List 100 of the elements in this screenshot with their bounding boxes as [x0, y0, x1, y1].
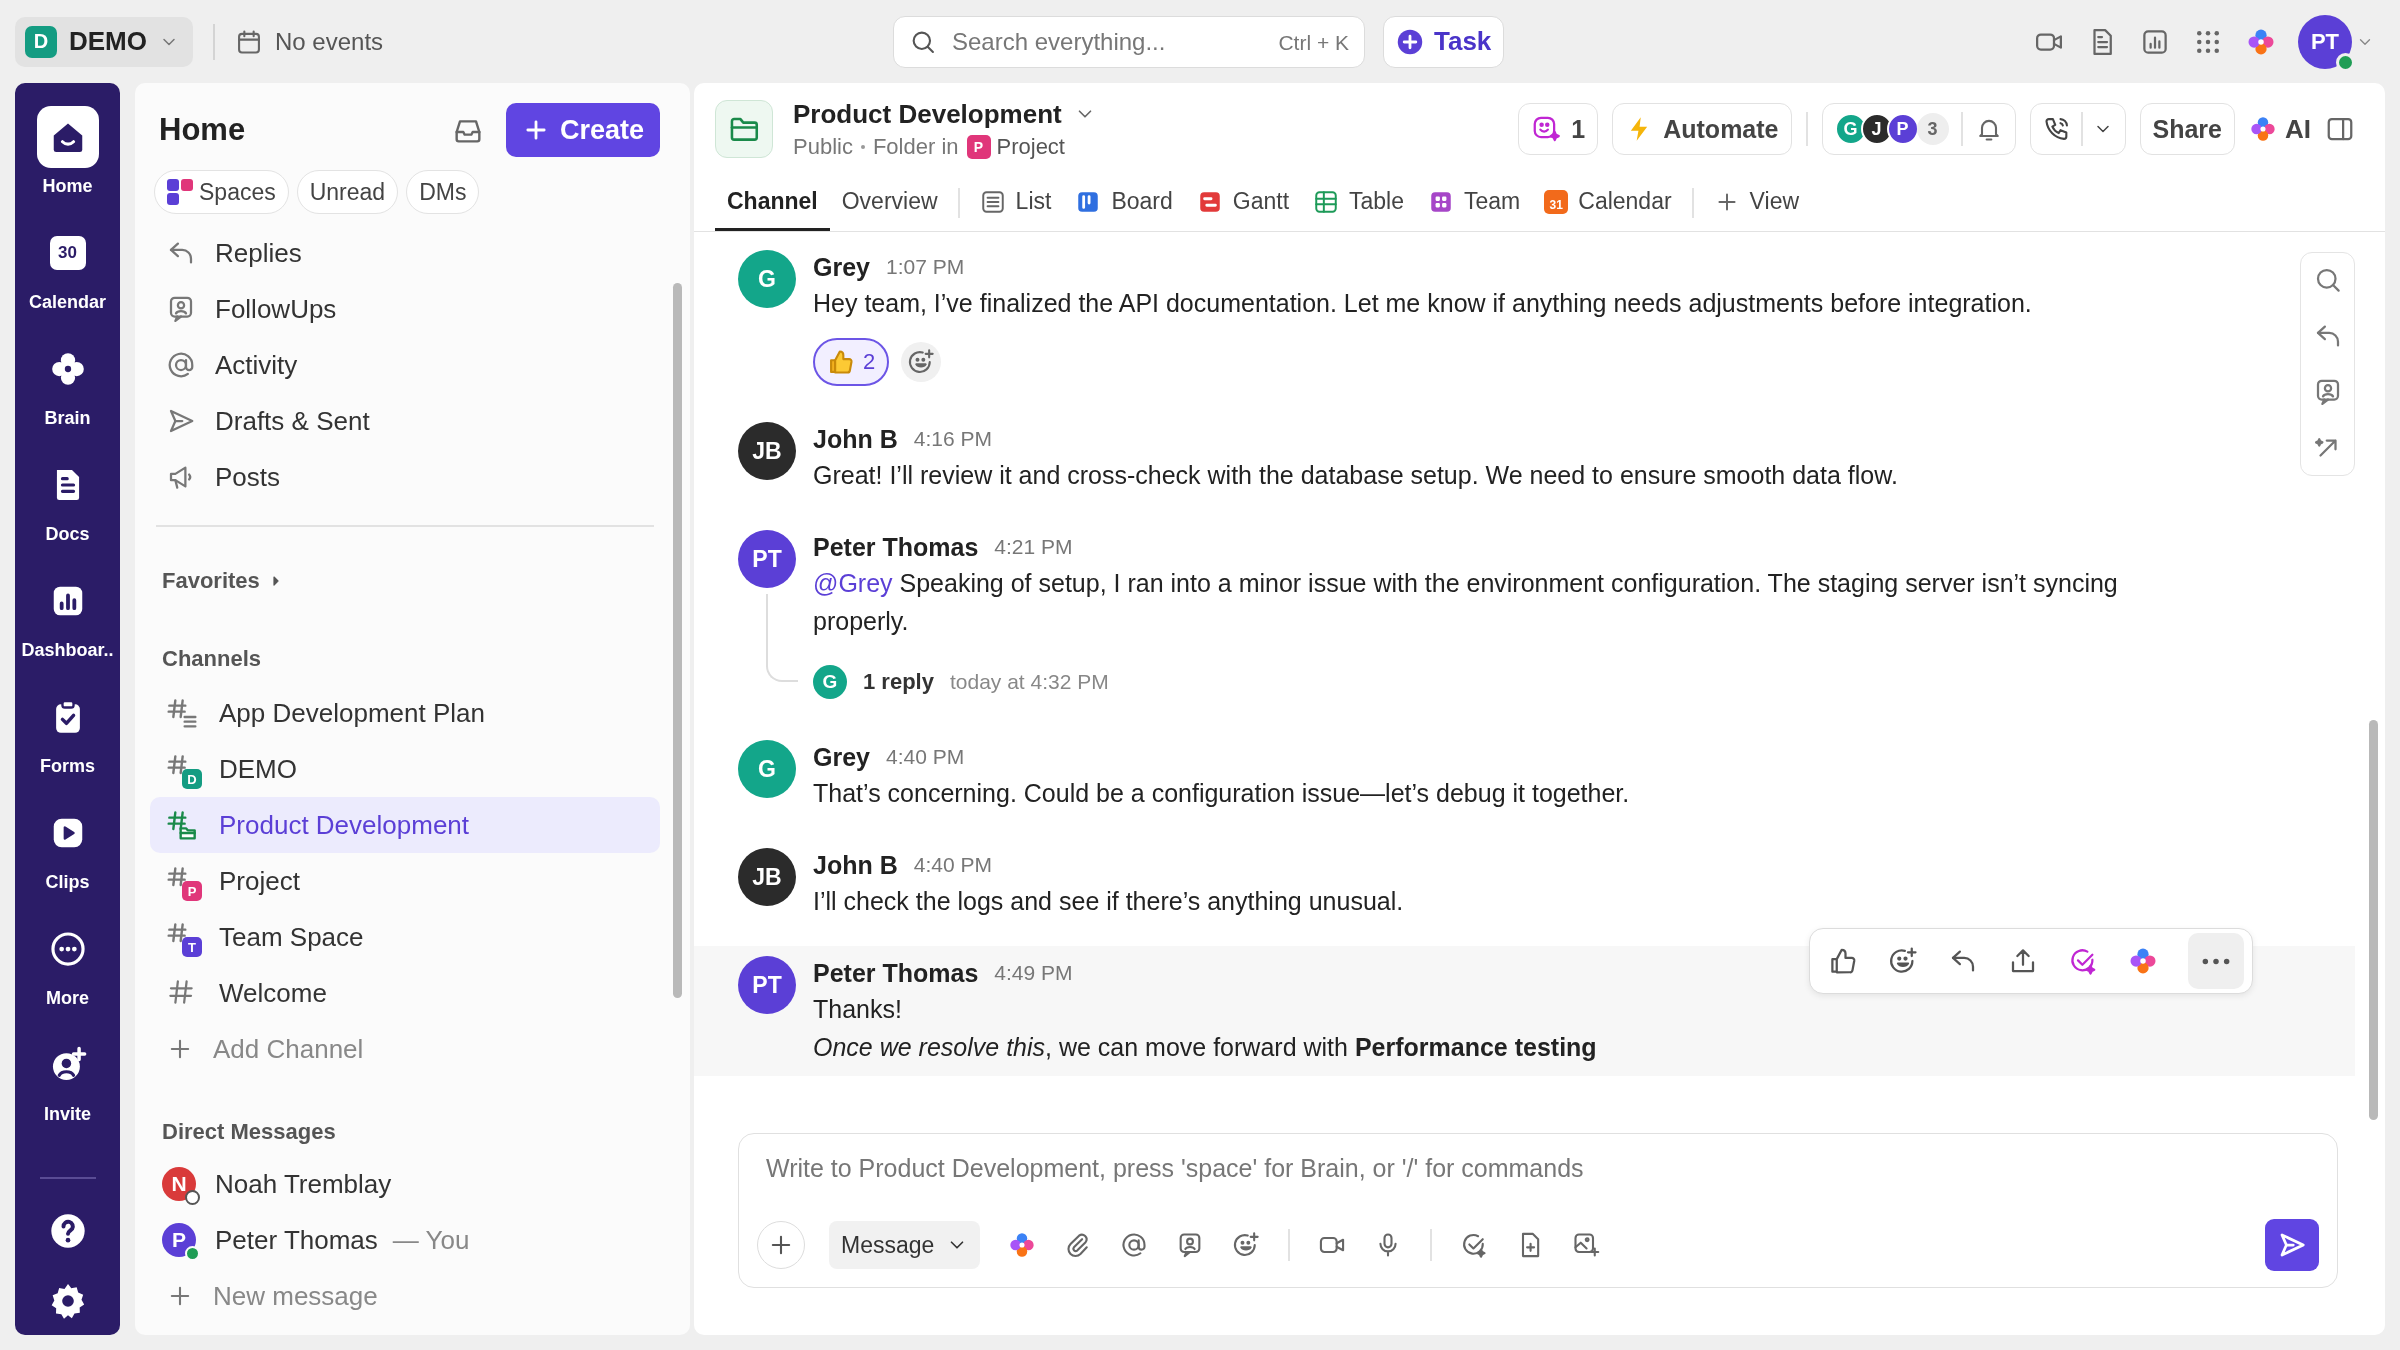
rail-item[interactable]: Invite	[15, 1021, 120, 1137]
message-time: 4:21 PM	[994, 535, 1073, 559]
rail-item[interactable]: Forms	[15, 673, 120, 789]
at-sign-icon[interactable]	[1120, 1231, 1149, 1259]
spaces-icon	[167, 179, 193, 205]
dm-item[interactable]: N Noah Tremblay	[150, 1156, 660, 1212]
automate-button[interactable]: Automate	[1612, 103, 1792, 155]
view-tab[interactable]: Team	[1416, 175, 1533, 231]
calendar-icon: 30	[49, 235, 86, 270]
author-name: John B	[813, 850, 898, 880]
members-button[interactable]: G J P 3	[1834, 113, 1949, 145]
message-text: Thanks!	[813, 994, 903, 1025]
rail-item[interactable]: 30 Calendar	[15, 209, 120, 325]
user-avatar: P	[162, 1223, 196, 1257]
message-time: 4:40 PM	[913, 853, 992, 877]
nav-item[interactable]: Activity	[150, 337, 660, 393]
message-input[interactable]: Write to Product Development, press 'space' for Brain, or '/' for commands	[757, 1154, 2319, 1183]
nav-item[interactable]: FollowUps	[150, 281, 660, 337]
filter-chip[interactable]: Spaces	[154, 170, 289, 214]
user-avatar: JB	[738, 422, 796, 480]
calendar-icon: 31	[1544, 189, 1569, 214]
channel-item[interactable]: App Development Plan	[150, 685, 660, 741]
nav-item[interactable]: Posts	[150, 449, 660, 505]
view-tab[interactable]: Gantt	[1184, 175, 1302, 231]
user-avatar: JB	[738, 848, 796, 906]
rail-item[interactable]: Brain	[15, 325, 120, 441]
filter-chip[interactable]: Unread	[296, 170, 399, 214]
section-heading: Channels	[161, 645, 263, 673]
panel-title: Home	[159, 112, 247, 148]
message-text: Once we resolve this, we can move forward with Performance testing	[813, 1032, 1597, 1063]
message-time: 4:16 PM	[913, 427, 992, 451]
channel-item[interactable]: D DEMO	[150, 741, 660, 797]
author-name: Grey	[813, 742, 870, 772]
channel-item[interactable]: Welcome	[150, 965, 660, 1021]
message-time: 4:40 PM	[886, 745, 965, 769]
workspace-avatar: D	[25, 25, 57, 58]
space-badge: T	[182, 937, 202, 957]
rail-item[interactable]: Clips	[15, 789, 120, 905]
space-badge: P	[966, 134, 991, 159]
emoji-add-icon[interactable]	[1888, 946, 1918, 976]
message-text: I’ll check the logs and see if there’s anything unusual.	[813, 886, 1404, 917]
reaction-chip[interactable]: 2	[813, 338, 890, 386]
send-button[interactable]	[2265, 1219, 2319, 1271]
rail-item[interactable]: Dashboar..	[15, 557, 120, 673]
create-button[interactable]: Create	[505, 103, 660, 157]
view-tab[interactable]: 31 Calendar	[1532, 175, 1684, 231]
user-avatar: G	[813, 665, 847, 699]
more-button[interactable]	[2188, 933, 2244, 989]
mention-link[interactable]: @Grey	[813, 569, 893, 597]
share-button[interactable]: Share	[2139, 103, 2235, 155]
rail-item[interactable]: Home	[15, 93, 120, 209]
task-check-icon[interactable]	[2068, 946, 2098, 976]
image-plus-icon[interactable]	[1572, 1231, 1601, 1259]
nav-item[interactable]: Drafts & Sent	[150, 393, 660, 449]
hash-icon	[166, 977, 196, 1007]
thumbs-up-icon[interactable]	[1828, 946, 1858, 976]
user-avatar: G	[738, 250, 796, 308]
add-view-button[interactable]: View	[1701, 175, 1812, 231]
author-name: Peter Thomas	[813, 532, 979, 562]
view-tab[interactable]: Board	[1063, 175, 1185, 231]
channel-title[interactable]: Product Development	[793, 98, 1519, 130]
rail-item[interactable]: More	[15, 905, 120, 1021]
view-tab[interactable]: List	[967, 175, 1064, 231]
dm-item[interactable]: P Peter Thomas — You	[150, 1212, 660, 1268]
message-text: Hey team, I’ve finalized the API documentation. Let me know if anything needs adjustments before integration.	[813, 288, 2032, 319]
channel-item[interactable]: Product Development	[150, 797, 660, 853]
scrollbar-thumb[interactable]	[2369, 720, 2378, 1120]
calendar-icon	[235, 27, 263, 56]
smiley-counter-button[interactable]: 1	[1518, 103, 1599, 155]
flower-icon[interactable]	[2128, 946, 2158, 976]
location-link[interactable]: P Project	[966, 133, 1065, 160]
channel-item[interactable]: T Team Space	[150, 909, 660, 965]
favorites-toggle[interactable]: Favorites	[150, 561, 284, 601]
message-text: @Grey Speaking of setup, I ran into a minor issue with the environment configuration. The staging server isn’t syncing properly.	[813, 568, 2119, 637]
thumbs-up-icon	[827, 348, 855, 376]
channel-item[interactable]: P Project	[150, 853, 660, 909]
message-text: Great! I’ll review it and cross-check with the database setup. We need to ensure smooth data flow.	[813, 460, 1898, 491]
view-tab[interactable]: Channel	[715, 175, 830, 231]
workspace-switcher[interactable]: D DEMO	[15, 16, 193, 67]
view-tab[interactable]: Overview	[829, 175, 950, 231]
rail-item[interactable]: Docs	[15, 441, 120, 557]
user-avatar[interactable]: PT	[2298, 14, 2352, 69]
events-button[interactable]: No events	[235, 27, 384, 56]
emoji-add-icon[interactable]	[1232, 1231, 1261, 1259]
table-icon	[1313, 188, 1340, 215]
ai-button[interactable]: AI	[2249, 113, 2311, 145]
author-name: Grey	[813, 252, 870, 282]
filter-chip[interactable]: DMs	[406, 170, 480, 214]
view-tab[interactable]: Table	[1301, 175, 1416, 231]
you-label: — You	[392, 1224, 470, 1256]
nav-item[interactable]: Replies	[150, 225, 660, 281]
replies-link[interactable]: 1 reply	[863, 669, 934, 695]
author-name: John B	[813, 424, 898, 454]
task-button[interactable]: Task	[1383, 15, 1505, 68]
flower-icon[interactable]	[1008, 1231, 1037, 1259]
call-button[interactable]	[2029, 103, 2126, 155]
message-type-dropdown[interactable]: Message	[829, 1221, 981, 1269]
add-reaction-button[interactable]	[901, 342, 942, 382]
reply-time: today at 4:32 PM	[949, 670, 1109, 694]
scrollbar-thumb[interactable]	[673, 283, 682, 998]
